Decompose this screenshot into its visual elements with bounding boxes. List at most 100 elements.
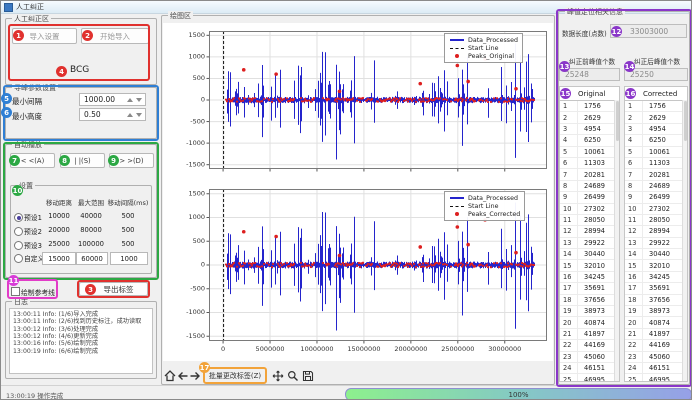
table-row[interactable]: 2040874 xyxy=(560,317,619,328)
preset-table: 移动距离最大范围移动间隔(ms)预设11000040000500预设220000… xyxy=(10,185,152,274)
table-row[interactable]: 1430440 xyxy=(625,249,687,260)
table-row[interactable]: 926499 xyxy=(625,192,687,203)
legend-sample-line xyxy=(449,197,465,199)
table-row[interactable]: 1430440 xyxy=(560,249,619,260)
corrected-peaks-table[interactable]: Corrected 117562262934954462505100616113… xyxy=(624,86,688,382)
table-row[interactable]: 510061 xyxy=(560,147,619,158)
badge-8: 8 xyxy=(59,155,70,166)
table-row[interactable]: 1532010 xyxy=(625,260,687,271)
table-row[interactable]: 1228994 xyxy=(625,226,687,237)
peak-value: 44169 xyxy=(643,341,670,349)
spinner-arrows[interactable] xyxy=(127,113,145,117)
row-number: 20 xyxy=(560,317,578,327)
preset-radio[interactable] xyxy=(14,241,23,250)
min-interval-spinner[interactable]: 1000.00 xyxy=(79,93,146,106)
row-number: 3 xyxy=(625,124,643,134)
table-row[interactable]: 34954 xyxy=(560,124,619,135)
table-row[interactable]: 926499 xyxy=(560,192,619,203)
table-row[interactable]: 46250 xyxy=(625,135,687,146)
table-row[interactable]: 2446151 xyxy=(625,363,687,374)
table-row[interactable]: 2345060 xyxy=(625,352,687,363)
table-row[interactable]: 611303 xyxy=(560,158,619,169)
row-number: 11 xyxy=(625,215,643,225)
checkbox-icon[interactable] xyxy=(11,287,20,296)
table-row[interactable]: 22629 xyxy=(560,112,619,123)
table-row[interactable]: 2446151 xyxy=(560,363,619,374)
spin-up-icon[interactable] xyxy=(127,98,133,102)
table-row[interactable]: 1027302 xyxy=(625,204,687,215)
preset-custom-input[interactable]: 60000 xyxy=(76,252,108,265)
preset-custom-input[interactable]: 15000 xyxy=(42,252,76,265)
table-row[interactable]: 1634245 xyxy=(625,272,687,283)
table-row[interactable]: 2141897 xyxy=(560,329,619,340)
table-row[interactable]: 1228994 xyxy=(560,226,619,237)
table-row[interactable]: 34954 xyxy=(625,124,687,135)
min-interval-label: 最小间隔 xyxy=(12,96,42,107)
spin-down-icon[interactable] xyxy=(136,98,142,102)
log-entry: 13:00:19 Info: (6/6)绘制完成 xyxy=(13,348,149,355)
table-row[interactable]: 1329922 xyxy=(560,238,619,249)
table-row[interactable]: 46250 xyxy=(560,135,619,146)
table-row[interactable]: 1938973 xyxy=(625,306,687,317)
spin-down-icon[interactable] xyxy=(136,113,142,117)
zoom-icon[interactable] xyxy=(287,370,299,382)
table-row[interactable]: 824689 xyxy=(560,181,619,192)
table-row[interactable]: 2345060 xyxy=(560,352,619,363)
table-row[interactable]: 1329922 xyxy=(625,238,687,249)
table-row[interactable]: 2141897 xyxy=(625,329,687,340)
peak-value: 11303 xyxy=(578,159,605,167)
log-area[interactable]: 13:00:11 Info: (1/6)导入完成13:00:11 Info: (… xyxy=(9,308,153,374)
legend-sample-dash xyxy=(449,48,465,49)
table-row[interactable]: 1938973 xyxy=(560,306,619,317)
table-row[interactable]: 1532010 xyxy=(560,260,619,271)
table-row[interactable]: 720281 xyxy=(625,169,687,180)
forward-icon[interactable] xyxy=(189,370,201,382)
table-row[interactable]: 1634245 xyxy=(560,272,619,283)
start-import-label: 开始导入 xyxy=(100,31,130,42)
table-row[interactable]: 1128050 xyxy=(625,215,687,226)
original-table-scrollbar[interactable] xyxy=(614,100,619,381)
table-row[interactable]: 2546995 xyxy=(560,374,619,382)
table-row[interactable]: 720281 xyxy=(560,169,619,180)
status-bar: 13:00:19 操作完成 100% xyxy=(1,385,692,400)
table-row[interactable]: 1128050 xyxy=(560,215,619,226)
spin-up-icon[interactable] xyxy=(127,113,133,117)
table-row[interactable]: 2040874 xyxy=(625,317,687,328)
table-row[interactable]: 2244169 xyxy=(560,340,619,351)
table-row[interactable]: 510061 xyxy=(625,147,687,158)
table-row[interactable]: 1735691 xyxy=(625,283,687,294)
table-row[interactable]: 1027302 xyxy=(560,204,619,215)
preset-custom-input[interactable]: 1000 xyxy=(110,252,148,265)
peak-value: 11303 xyxy=(643,159,670,167)
pan-icon[interactable] xyxy=(272,370,284,382)
chart-area: Data_ProcessedStart LinePeaks_Original D… xyxy=(163,23,553,361)
peak-value: 45060 xyxy=(643,353,670,361)
spinner-arrows[interactable] xyxy=(127,98,145,102)
table-row[interactable]: 611303 xyxy=(625,158,687,169)
scroll-thumb[interactable] xyxy=(616,101,620,141)
scroll-thumb[interactable] xyxy=(684,101,688,141)
save-icon[interactable] xyxy=(302,370,314,382)
table-row[interactable]: 22629 xyxy=(625,112,687,123)
preset-radio[interactable] xyxy=(14,254,23,263)
table-row[interactable]: 1837656 xyxy=(560,295,619,306)
original-peaks-table[interactable]: Original 1175622629349544625051006161130… xyxy=(559,86,620,382)
peak-value: 4954 xyxy=(643,125,666,133)
min-height-spinner[interactable]: 0.50 xyxy=(79,108,146,121)
preset-radio[interactable] xyxy=(14,213,23,222)
home-icon[interactable] xyxy=(164,370,176,382)
table-row[interactable]: 1735691 xyxy=(560,283,619,294)
preset-row: 自定义15000600001000 xyxy=(10,252,152,264)
table-row[interactable]: 824689 xyxy=(625,181,687,192)
back-icon[interactable] xyxy=(177,370,189,382)
table-row[interactable]: 11756 xyxy=(560,101,619,112)
batch-edit-button[interactable]: 批量更改标签(Z) xyxy=(205,369,265,382)
table-row[interactable]: 2546995 xyxy=(625,374,687,382)
corrected-table-scrollbar[interactable] xyxy=(682,100,687,381)
batch-edit-label: 批量更改标签(Z) xyxy=(209,371,261,381)
preset-radio[interactable] xyxy=(14,227,23,236)
table-row[interactable]: 2244169 xyxy=(625,340,687,351)
row-number: 23 xyxy=(560,352,578,362)
table-row[interactable]: 1837656 xyxy=(625,295,687,306)
table-row[interactable]: 11756 xyxy=(625,101,687,112)
